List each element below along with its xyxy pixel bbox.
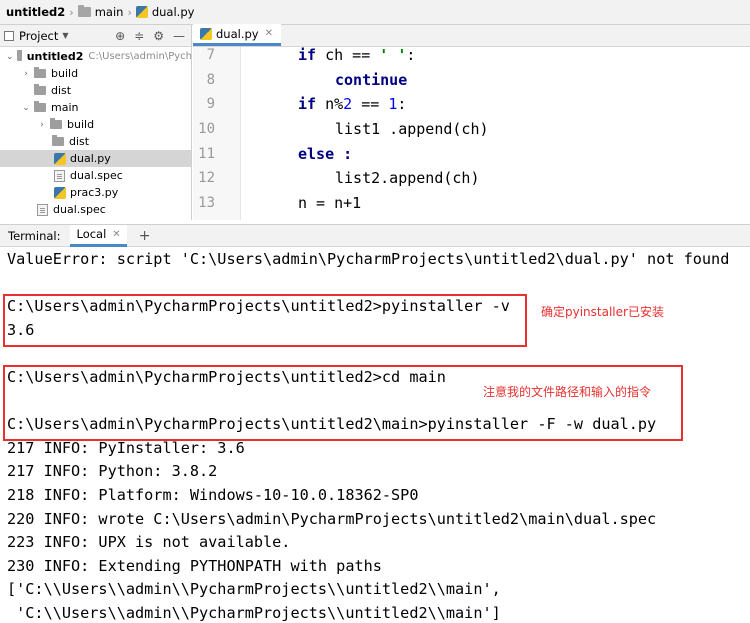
- chevron-right-icon[interactable]: ›: [21, 69, 31, 79]
- tab-local[interactable]: Local ✕: [70, 224, 127, 247]
- tree-item-label: dual.py: [70, 152, 111, 165]
- breadcrumb-label: main: [94, 5, 124, 19]
- terminal-line: 218 INFO: Platform: Windows-10-10.0.1836…: [7, 486, 419, 504]
- tree-item-label: build: [51, 67, 79, 80]
- tree-item-dual-py[interactable]: dual.py: [0, 150, 191, 167]
- tree-item-label: build: [67, 118, 95, 131]
- tab-label: Local: [76, 227, 107, 241]
- tab-label: dual.py: [216, 26, 259, 41]
- code-line: 7 if ch == ' ':: [193, 47, 750, 68]
- terminal-tab-bar: Terminal: Local ✕ +: [0, 224, 750, 247]
- folder-icon: [50, 118, 62, 129]
- code-line: 8 continue: [193, 68, 750, 93]
- annotation-note-path: 注意我的文件路径和输入的指令: [483, 385, 652, 399]
- terminal-label: Terminal:: [8, 228, 61, 243]
- chevron-right-icon[interactable]: ›: [37, 120, 47, 130]
- tree-item-label: main: [51, 101, 79, 114]
- code-line: 9 if n%2 == 1:: [193, 92, 750, 117]
- python-file-icon: [54, 186, 66, 199]
- terminal-line: 223 INFO: UPX is not available.: [7, 533, 291, 552]
- tree-item-label: prac3.py: [70, 186, 119, 199]
- breadcrumb: untitled2 › main › dual.py: [0, 0, 750, 25]
- project-panel-header: Project ▼ ⊕ ≑ ⚙ —: [0, 25, 191, 47]
- line-number: 13: [198, 194, 215, 211]
- terminal-line: 217 INFO: Python: 3.8.2: [7, 462, 218, 481]
- line-number: 11: [198, 145, 215, 162]
- python-file-icon: [135, 6, 148, 18]
- breadcrumb-label: dual.py: [151, 5, 195, 19]
- tree-item-prac3-py[interactable]: prac3.py: [0, 184, 191, 201]
- code-line: 13 n = n+1: [193, 191, 750, 216]
- code-text: list1 .append(ch): [335, 120, 489, 139]
- folder-icon: [34, 101, 46, 112]
- terminal-line: 'C:\\Users\\admin\\PycharmProjects\\unti…: [7, 604, 501, 622]
- breadcrumb-item-dual-py[interactable]: dual.py: [135, 5, 195, 19]
- code-editor[interactable]: 7 if ch == ' ': 8 continue 9 if n%2 == 1…: [193, 47, 750, 220]
- collapse-all-icon[interactable]: ≑: [134, 29, 144, 43]
- locate-target-icon[interactable]: ⊕: [115, 29, 125, 43]
- tree-item-main-build[interactable]: › build: [0, 116, 191, 133]
- code-text: if n%2 == 1:: [298, 95, 407, 114]
- line-number: 7: [206, 47, 215, 64]
- code-line: 12 list2.append(ch): [193, 166, 750, 191]
- tree-item-label: dist: [51, 84, 72, 97]
- code-line: 10 list1 .append(ch): [193, 117, 750, 142]
- spec-file-icon: [54, 169, 65, 182]
- terminal-line: ValueError: script 'C:\Users\admin\Pycha…: [7, 250, 730, 268]
- project-view-icon: [4, 30, 14, 41]
- close-icon[interactable]: ✕: [112, 229, 120, 240]
- terminal-line: 230 INFO: Extending PYTHONPATH with path…: [7, 556, 382, 575]
- tree-item-main-dist[interactable]: dist: [0, 133, 191, 150]
- tree-item-root-dual-spec[interactable]: dual.spec: [0, 201, 191, 218]
- code-line: 11 else :: [193, 141, 750, 166]
- code-text: else :: [298, 144, 353, 163]
- python-file-icon: [54, 152, 66, 165]
- tree-item-build[interactable]: › build: [0, 65, 191, 82]
- add-terminal-button[interactable]: +: [139, 228, 151, 244]
- minimize-icon[interactable]: —: [173, 29, 185, 43]
- chevron-right-icon: ›: [69, 5, 74, 19]
- folder-icon: [34, 84, 46, 95]
- breadcrumb-item-main[interactable]: main: [77, 5, 124, 19]
- code-text: list2.append(ch): [335, 169, 480, 188]
- tree-item-label: dist: [69, 135, 90, 148]
- line-number: 10: [198, 121, 215, 138]
- code-text: n = n+1: [298, 193, 362, 212]
- terminal-line: ['C:\\Users\\admin\\PycharmProjects\\unt…: [7, 580, 501, 599]
- line-number: 12: [198, 170, 215, 187]
- chevron-down-icon[interactable]: ⌄: [6, 52, 14, 62]
- highlight-box-version-check: [3, 294, 527, 347]
- folder-icon: [16, 50, 22, 61]
- folder-icon: [52, 135, 64, 146]
- project-view-selector[interactable]: Project: [19, 29, 58, 43]
- editor-tab-bar: dual.py ✕: [193, 24, 750, 47]
- gear-icon[interactable]: ⚙: [153, 29, 164, 43]
- spec-file-icon: [37, 203, 48, 216]
- close-icon[interactable]: ✕: [265, 28, 273, 39]
- tree-item-main[interactable]: ⌄ main: [0, 99, 191, 116]
- code-text: continue: [335, 70, 408, 89]
- tree-item-path-hint: C:\Users\admin\Pych: [88, 51, 192, 62]
- line-number: 9: [206, 96, 215, 113]
- line-number: 8: [206, 71, 215, 88]
- caret-down-icon[interactable]: ▼: [62, 31, 68, 40]
- tree-item-label: dual.spec: [53, 203, 106, 216]
- breadcrumb-item-untitled2[interactable]: untitled2: [6, 5, 65, 19]
- tree-item-label: dual.spec: [70, 169, 123, 182]
- project-panel: Project ▼ ⊕ ≑ ⚙ — ⌄ untitled2 C:\Users\a…: [0, 25, 192, 220]
- tree-item-label: untitled2: [26, 50, 84, 63]
- folder-icon: [34, 67, 46, 78]
- terminal-line: 220 INFO: wrote C:\Users\admin\PycharmPr…: [7, 509, 657, 528]
- python-file-icon: [200, 27, 212, 40]
- chevron-down-icon[interactable]: ⌄: [21, 103, 31, 113]
- highlight-box-build-command: [3, 365, 683, 441]
- annotation-note-installed: 确定pyinstaller已安装: [541, 305, 664, 319]
- tree-item-dual-spec[interactable]: dual.spec: [0, 167, 191, 184]
- tree-item-dist[interactable]: dist: [0, 82, 191, 99]
- folder-icon: [77, 5, 91, 17]
- chevron-right-icon: ›: [127, 5, 132, 19]
- tree-item-untitled2[interactable]: ⌄ untitled2 C:\Users\admin\Pych: [0, 48, 192, 65]
- tab-dual-py[interactable]: dual.py ✕: [193, 24, 281, 46]
- code-text: if ch == ' ':: [298, 47, 416, 65]
